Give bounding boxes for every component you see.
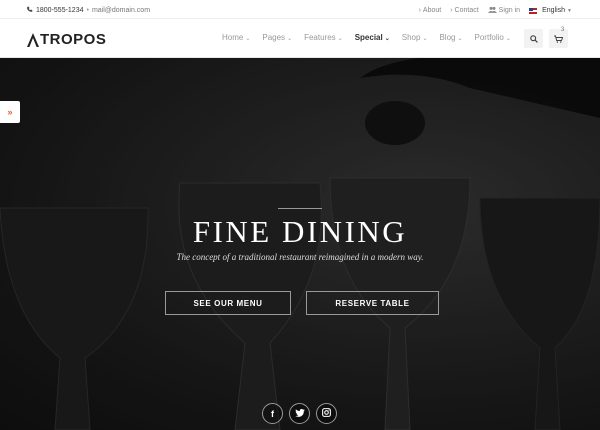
main-header: TROPOS Home ⌄ Pages ⌄ Features ⌄ Special ⌄ S… [0,19,600,58]
nav-label: Portfolio [474,33,504,42]
separator: • [86,7,89,14]
cart-count-badge: 3 [561,27,565,33]
nav-label: Special [354,33,383,42]
chevron-down-icon: ⌄ [337,36,343,42]
chevron-down-icon: ⌄ [505,36,511,42]
twitter-link[interactable] [289,403,310,424]
nav-item-shop[interactable]: Shop ⌄ [402,33,428,42]
instagram-link[interactable] [316,403,337,424]
nav-label: Features [304,33,336,42]
search-button[interactable] [524,29,543,48]
about-link[interactable]: › About [419,7,442,14]
nav-label: Shop [401,33,421,42]
double-chevron-right-icon: » [7,107,13,117]
about-label: About [422,7,442,14]
side-panel-toggle[interactable]: » [0,101,20,123]
instagram-icon [322,408,331,419]
top-bar: 1800-555-1234 • mail@domain.com › About … [0,0,600,19]
nav-item-portfolio[interactable]: Portfolio ⌄ [475,33,511,42]
chevron-right-icon: › [450,7,453,14]
main-nav: Home ⌄ Pages ⌄ Features ⌄ Special ⌄ Shop ⌄ Bl… [222,33,511,42]
see-our-menu-button[interactable]: SEE OUR MENU [165,291,291,315]
hero-section: » FINE DINING The concept of a tradition… [0,58,600,430]
chevron-down-icon: ⌄ [457,36,463,42]
us-flag-icon [529,7,538,14]
nav-item-blog[interactable]: Blog ⌄ [439,33,462,42]
email-link[interactable]: mail@domain.com [92,7,150,14]
nav-item-special[interactable]: Special ⌄ [355,33,390,42]
contact-label: Contact [454,7,479,14]
users-icon [487,6,497,15]
caret-down-icon: ▼ [567,7,572,14]
search-icon [529,30,538,48]
nav-label: Home [222,33,244,42]
title-divider [278,208,322,209]
chevron-right-icon: › [418,7,421,14]
nav-label: Blog [439,33,456,42]
reserve-table-button[interactable]: RESERVE TABLE [306,291,439,315]
chevron-down-icon: ⌄ [287,36,293,42]
phone-icon [26,6,33,15]
hero-title: FINE DINING [192,214,408,249]
nav-item-features[interactable]: Features ⌄ [304,33,343,42]
facebook-link[interactable]: f [262,403,283,424]
contact-link[interactable]: › Contact [450,7,478,14]
signin-link[interactable]: Sign in [487,6,521,15]
language-selector[interactable]: English ▼ [529,7,572,14]
logo-a-mark-icon [27,32,39,47]
social-links: f [262,403,337,424]
cart-button[interactable] [549,29,568,48]
signin-label: Sign in [498,7,521,14]
language-label: English [542,7,566,14]
phone-number: 1800-555-1234 [36,7,84,14]
chevron-down-icon: ⌄ [384,36,390,42]
contact-info: 1800-555-1234 • mail@domain.com [26,6,150,15]
logo-text: TROPOS [40,31,107,48]
nav-item-home[interactable]: Home ⌄ [222,33,250,42]
chevron-down-icon: ⌄ [422,36,428,42]
facebook-icon: f [271,408,274,419]
logo[interactable]: TROPOS [27,31,106,48]
chevron-down-icon: ⌄ [245,36,251,42]
top-links: › About › Contact Sign in English ▼ [419,6,572,15]
nav-label: Pages [262,33,286,42]
nav-item-pages[interactable]: Pages ⌄ [262,33,292,42]
twitter-icon [294,408,305,419]
hero-subtitle: The concept of a traditional restaurant … [176,252,424,262]
